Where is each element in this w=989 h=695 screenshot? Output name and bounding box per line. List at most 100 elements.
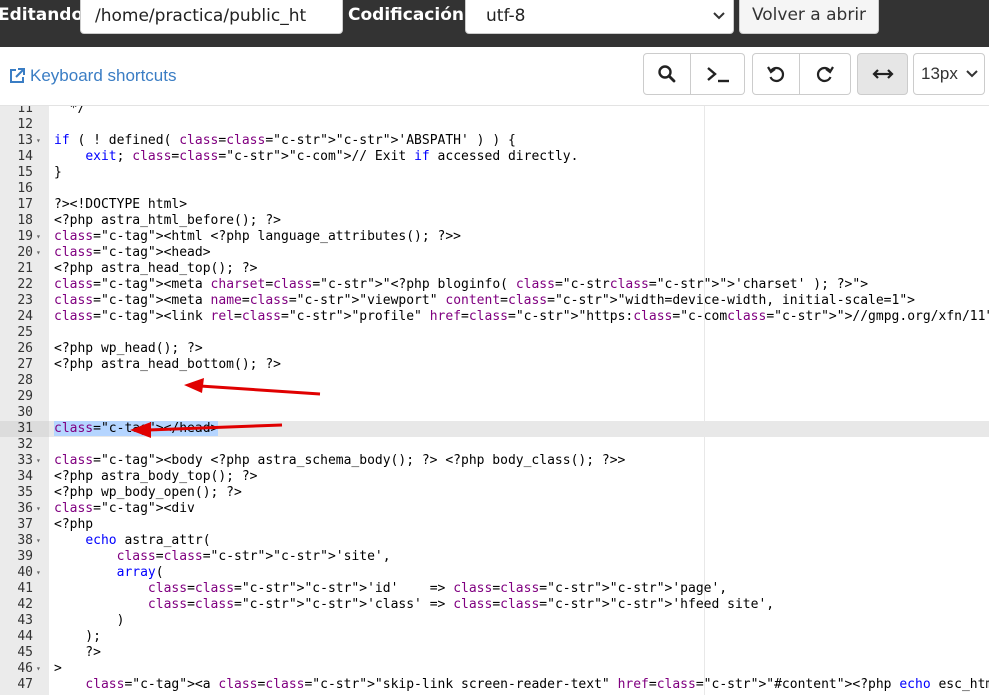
code-line[interactable]: 29 [0, 389, 989, 405]
code-text: class="c-tag"><a class=class="c-str">"sk… [85, 677, 989, 692]
undo-button[interactable] [752, 53, 800, 95]
code-line[interactable]: 43 ) [0, 613, 989, 629]
code-line[interactable]: 34 <?php astra_body_top(); ?> [0, 469, 989, 485]
code-text: class="c-tag"><meta name=class="c-str">"… [54, 293, 915, 308]
keyboard-shortcuts-link[interactable]: Keyboard shortcuts [8, 66, 176, 86]
line-number: 47 [17, 677, 33, 692]
code-text: class="c-tag"><html <?php language_attri… [54, 229, 461, 244]
code-line[interactable]: 33 ▾ class="c-tag"><body <?php astra_schem… [0, 453, 989, 469]
code-line[interactable]: 16 [0, 181, 989, 197]
code-text: ?><!DOCTYPE html> [54, 197, 188, 212]
code-line[interactable]: 13 ▾ if ( ! defined( class=class="c-str">"… [0, 133, 989, 149]
search-icon [658, 65, 676, 83]
reopen-button[interactable]: Volver a abrir [739, 0, 879, 34]
keyboard-shortcuts-label: Keyboard shortcuts [30, 66, 177, 85]
code-line[interactable]: 42 class=class="c-str">"c-str">'class' =… [0, 597, 989, 613]
fold-toggle-icon[interactable]: ▾ [36, 533, 44, 549]
code-text: class=class="c-str">"c-str">'id' => clas… [147, 581, 728, 596]
font-size-value: 13px [921, 64, 958, 83]
code-line[interactable]: 17 ?><!DOCTYPE html> [0, 197, 989, 213]
code-text: } [54, 165, 62, 180]
red-arrow-annotation [184, 378, 321, 396]
line-number: 28 [17, 373, 33, 388]
fold-toggle-icon[interactable]: ▾ [36, 133, 44, 149]
chevron-down-icon [966, 70, 978, 78]
code-text: <?php astra_body_top(); ?> [54, 469, 258, 484]
encoding-value: utf-8 [486, 6, 526, 26]
code-line[interactable]: 21 <?php astra_head_top(); ?> [0, 261, 989, 277]
code-text: if ( ! defined( class=class="c-str">"c-s… [54, 133, 516, 148]
external-link-icon [10, 68, 25, 83]
code-text: */ [54, 106, 86, 116]
line-number: 45 [17, 645, 33, 660]
code-line[interactable]: 22 class="c-tag"><meta charset=class="c-s… [0, 277, 989, 293]
code-line[interactable]: 27 <?php astra_head_bottom(); ?> [0, 357, 989, 373]
editor-toolbar: Keyboard shortcuts 13px [0, 47, 989, 106]
code-line[interactable]: 14 exit; class=class="c-str">"c-com">// … [0, 149, 989, 165]
line-number: 39 [17, 549, 33, 564]
redo-icon [816, 66, 834, 83]
code-line[interactable]: 36 ▾ class="c-tag"><div [0, 501, 989, 517]
line-number: 41 [17, 581, 33, 596]
fold-toggle-icon[interactable]: ▾ [36, 501, 44, 517]
code-text: <?php [54, 517, 94, 532]
wrap-toggle-icon [871, 69, 894, 79]
code-line[interactable]: 47 class="c-tag"><a class=class="c-str">… [0, 677, 989, 693]
line-number: 15 [17, 165, 33, 180]
code-line[interactable]: 41 class=class="c-str">"c-str">'id' => c… [0, 581, 989, 597]
code-line[interactable]: 25 [0, 325, 989, 341]
line-number: 24 [17, 309, 33, 324]
line-number: 31 [17, 421, 33, 436]
line-number: 14 [17, 149, 33, 164]
font-size-select[interactable]: 13px [913, 53, 985, 95]
code-line[interactable]: 37 <?php [0, 517, 989, 533]
code-line[interactable]: 40 ▾ array( [0, 565, 989, 581]
line-number: 44 [17, 629, 33, 644]
code-line[interactable]: 18 <?php astra_html_before(); ?> [0, 213, 989, 229]
code-line[interactable]: 19 ▾ class="c-tag"><html <?php language_at… [0, 229, 989, 245]
line-number: 43 [17, 613, 33, 628]
fold-toggle-icon[interactable]: ▾ [36, 565, 44, 581]
command-palette-button[interactable] [691, 53, 745, 95]
fold-toggle-icon[interactable]: ▾ [36, 245, 44, 261]
code-line[interactable]: 12 [0, 117, 989, 133]
file-path-input[interactable]: /home/practica/public_ht [80, 0, 343, 34]
chevron-down-icon [713, 12, 725, 20]
code-line[interactable]: 44 ); [0, 629, 989, 645]
encoding-select[interactable]: utf-8 [465, 0, 734, 34]
undo-icon [767, 66, 785, 83]
line-number: 18 [17, 213, 33, 228]
fold-toggle-icon[interactable]: ▾ [36, 229, 44, 245]
code-line[interactable]: 46 ▾ > [0, 661, 989, 677]
code-line[interactable]: 15} [0, 165, 989, 181]
code-line[interactable]: 28 [0, 373, 989, 389]
code-line[interactable]: 39 class=class="c-str">"c-str">'site', [0, 549, 989, 565]
code-text: <?php astra_head_top(); ?> [54, 261, 258, 276]
code-text: <?php astra_html_before(); ?> [54, 213, 281, 228]
code-line[interactable]: 24 class="c-tag"><link rel=class="c-str">… [0, 309, 989, 325]
fold-toggle-icon[interactable]: ▾ [36, 453, 44, 469]
code-line[interactable]: 35 <?php wp_body_open(); ?> [0, 485, 989, 501]
redo-button[interactable] [800, 53, 851, 95]
code-text: exit; class=class="c-str">"c-com">// Exi… [85, 149, 579, 164]
code-line[interactable]: 20 ▾ class="c-tag"><head> [0, 245, 989, 261]
code-line[interactable]: 38 ▾ echo astra_attr( [0, 533, 989, 549]
line-number: 25 [17, 325, 33, 340]
editor-header-bar: Editando: /home/practica/public_ht Codif… [0, 0, 989, 47]
code-line[interactable]: 45 ?> [0, 645, 989, 661]
code-editor[interactable]: 11 */12 13 ▾ if ( ! defined( class=class="c… [0, 106, 989, 695]
fold-toggle-icon[interactable]: ▾ [36, 661, 44, 677]
line-number: 37 [17, 517, 33, 532]
code-line[interactable]: 26 <?php wp_head(); ?> [0, 341, 989, 357]
line-number: 42 [17, 597, 33, 612]
code-text: class="c-tag"><meta charset=class="c-str… [54, 277, 869, 292]
code-line[interactable]: 11 */ [0, 106, 989, 117]
line-number: 46 [17, 661, 33, 676]
word-wrap-toggle[interactable] [857, 53, 908, 95]
line-number: 21 [17, 261, 33, 276]
code-line[interactable]: 23 class="c-tag"><meta name=class="c-str"… [0, 293, 989, 309]
search-button[interactable] [643, 53, 691, 95]
line-number: 22 [17, 277, 33, 292]
code-text: class="c-tag"><body <?php astra_schema_b… [54, 453, 626, 468]
code-text: class="c-tag"><link rel=class="c-str">"p… [54, 309, 989, 324]
